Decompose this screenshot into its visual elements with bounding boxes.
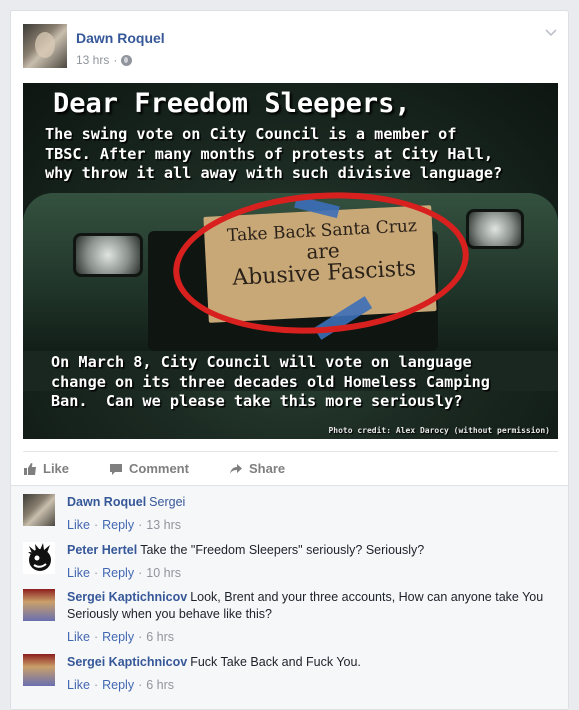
comment-icon [110,463,122,475]
chevron-down-icon[interactable] [544,25,558,39]
photo-bottom-text: On March 8, City Council will vote on la… [51,353,490,410]
photo-title: Dear Freedom Sleepers, [53,88,411,119]
meta-separator: · [113,53,118,67]
comment-label: Comment [129,461,189,476]
comment-reply-link[interactable]: Reply [102,518,134,532]
comment-like-link[interactable]: Like [67,678,90,692]
comment-like-link[interactable]: Like [67,518,90,532]
comment-author-link[interactable]: Sergei Kaptichnicov [67,655,187,669]
comment-button[interactable]: Comment [109,461,189,476]
comment-timestamp[interactable]: 6 hrs [146,630,174,644]
comment-text: Sergei [149,495,186,509]
like-button[interactable]: Like [23,461,69,476]
comment-author-link[interactable]: Peter Hertel [67,543,137,557]
share-button[interactable]: Share [229,461,285,476]
post-header: Dawn Roquel 13 hrs · [11,11,568,77]
right-headlight [466,209,524,249]
post-author-link[interactable]: Dawn Roquel [76,30,165,46]
avatar-image [28,543,51,571]
comment-like-link[interactable]: Like [67,630,90,644]
comment-reply-link[interactable]: Reply [102,566,134,580]
post-meta: 13 hrs · [76,53,133,67]
avatar[interactable] [23,654,55,686]
comment-reply-link[interactable]: Reply [102,678,134,692]
comments-section: Dawn Roquel Sergei Like · Reply · 13 hrs Pete… [11,485,568,709]
post-actions: Like Comment Share [23,451,558,485]
comment-timestamp[interactable]: 6 hrs [146,678,174,692]
comment-text: Take the "Freedom Sleepers" seriously? S… [140,543,425,557]
feed-post: Dawn Roquel 13 hrs · Take Back Santa Cru… [10,10,569,710]
like-label: Like [43,461,70,476]
avatar[interactable] [23,494,55,526]
share-icon [230,463,242,474]
comment-like-link[interactable]: Like [67,566,90,580]
comment-timestamp[interactable]: 10 hrs [146,566,181,580]
avatar[interactable] [23,542,55,574]
comment-author-link[interactable]: Sergei Kaptichnicov [67,590,187,604]
comment-text: Fuck Take Back and Fuck You. [190,655,361,669]
comment-reply-link[interactable]: Reply [102,630,134,644]
comment-timestamp[interactable]: 13 hrs [146,518,181,532]
share-label: Share [249,461,286,476]
photo-credit: Photo credit: Alex Darocy (without permi… [328,426,550,435]
post-timestamp[interactable]: 13 hrs [76,53,109,67]
thumbs-up-icon [24,462,36,475]
avatar[interactable] [23,589,55,621]
left-headlight [73,233,143,277]
post-photo[interactable]: Take Back Santa Cruz are Abusive Fascist… [23,83,558,439]
photo-top-text: The swing vote on City Council is a memb… [45,125,503,182]
globe-icon[interactable] [121,54,133,66]
comment-author-link[interactable]: Dawn Roquel [67,495,146,509]
avatar[interactable] [23,24,67,68]
